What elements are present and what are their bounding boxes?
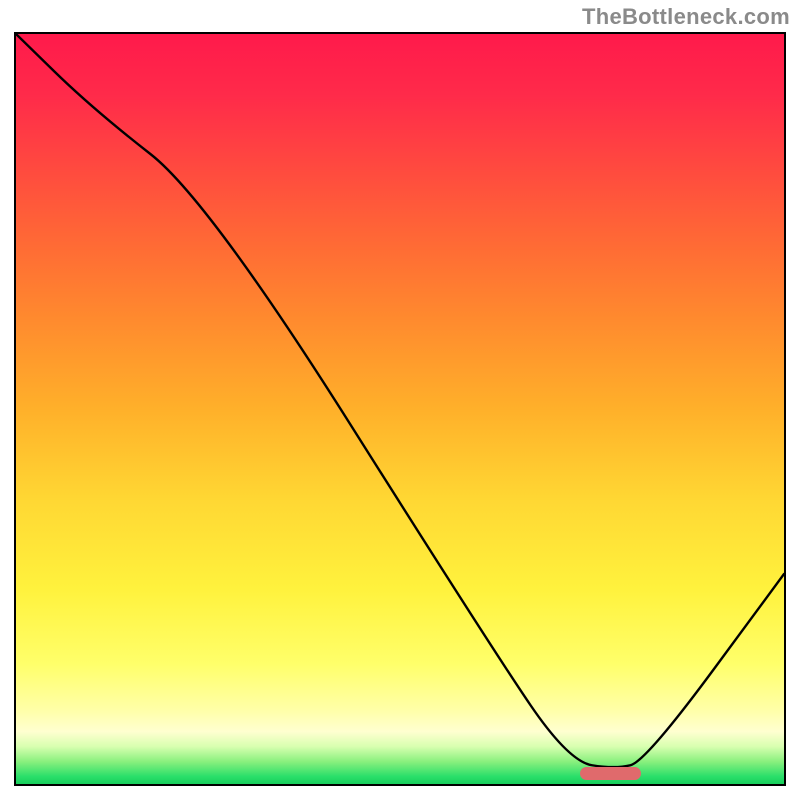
optimum-marker: [580, 767, 642, 780]
plot-area: [14, 32, 786, 786]
chart-container: TheBottleneck.com: [0, 0, 800, 800]
watermark-text: TheBottleneck.com: [582, 4, 790, 30]
curve-svg: [16, 34, 784, 784]
bottleneck-curve: [16, 34, 784, 767]
